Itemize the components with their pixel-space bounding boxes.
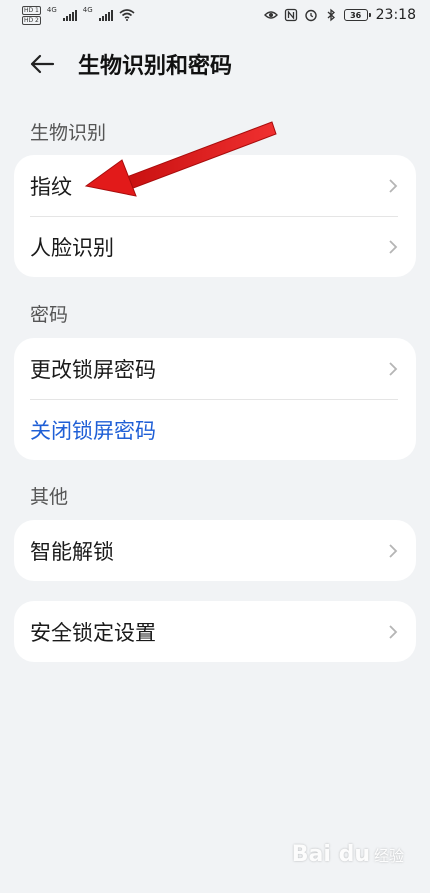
status-time: 23:18	[375, 7, 416, 23]
row-fingerprint[interactable]: 指纹	[14, 155, 416, 216]
row-label: 指纹	[30, 174, 72, 199]
back-button[interactable]	[28, 50, 56, 78]
section-label-biometrics: 生物识别	[30, 122, 107, 144]
chevron-right-icon	[389, 178, 398, 193]
card-other: 智能解锁	[14, 520, 416, 581]
row-smart-unlock[interactable]: 智能解锁	[14, 520, 416, 581]
card-biometrics: 指纹 人脸识别	[14, 155, 416, 277]
nfc-icon	[284, 8, 297, 22]
app-header: 生物识别和密码	[0, 38, 430, 90]
eye-icon	[263, 11, 278, 19]
status-left: HD 1 HD 2 4G 4G	[22, 5, 135, 25]
sim1-badge: HD 1	[22, 5, 41, 15]
wifi-icon	[119, 9, 135, 21]
card-security-lock: 安全锁定设置	[14, 601, 416, 662]
battery-icon: 36	[343, 9, 371, 21]
signal2-icon	[98, 9, 113, 21]
status-right: 36 23:18	[263, 7, 416, 23]
chevron-right-icon	[389, 239, 398, 254]
net2-label: 4G	[82, 5, 93, 14]
net1-label: 4G	[46, 5, 57, 14]
bluetooth-icon	[327, 8, 335, 22]
status-bar: HD 1 HD 2 4G 4G 36 23:18	[0, 0, 430, 30]
alarm-icon	[304, 9, 317, 22]
row-security-lock-settings[interactable]: 安全锁定设置	[14, 601, 416, 662]
watermark: Bai du 经验	[292, 842, 404, 867]
row-disable-lock-password[interactable]: 关闭锁屏密码	[14, 399, 416, 460]
row-change-lock-password[interactable]: 更改锁屏密码	[14, 338, 416, 399]
sim2-badge: HD 2	[22, 15, 41, 25]
row-label: 安全锁定设置	[30, 620, 156, 645]
row-label: 智能解锁	[30, 539, 114, 564]
watermark-logo: Bai du	[291, 842, 370, 867]
chevron-right-icon	[389, 543, 398, 558]
row-label: 人脸识别	[30, 235, 114, 260]
signal1-icon	[62, 9, 77, 21]
page-title: 生物识别和密码	[78, 54, 233, 79]
watermark-sub: 经验	[373, 847, 404, 865]
card-password: 更改锁屏密码 关闭锁屏密码	[14, 338, 416, 460]
chevron-right-icon	[389, 361, 398, 376]
chevron-right-icon	[389, 624, 398, 639]
section-label-other: 其他	[30, 486, 69, 508]
section-label-password: 密码	[30, 304, 69, 326]
row-face-recognition[interactable]: 人脸识别	[14, 216, 416, 277]
settings-page: HD 1 HD 2 4G 4G 36 23:18 生物识别和密码 生物识别 指纹…	[0, 0, 430, 893]
row-label-link: 关闭锁屏密码	[30, 418, 156, 443]
back-arrow-icon	[30, 54, 55, 74]
sim-indicators: HD 1 HD 2	[22, 5, 41, 25]
row-label: 更改锁屏密码	[30, 357, 156, 382]
